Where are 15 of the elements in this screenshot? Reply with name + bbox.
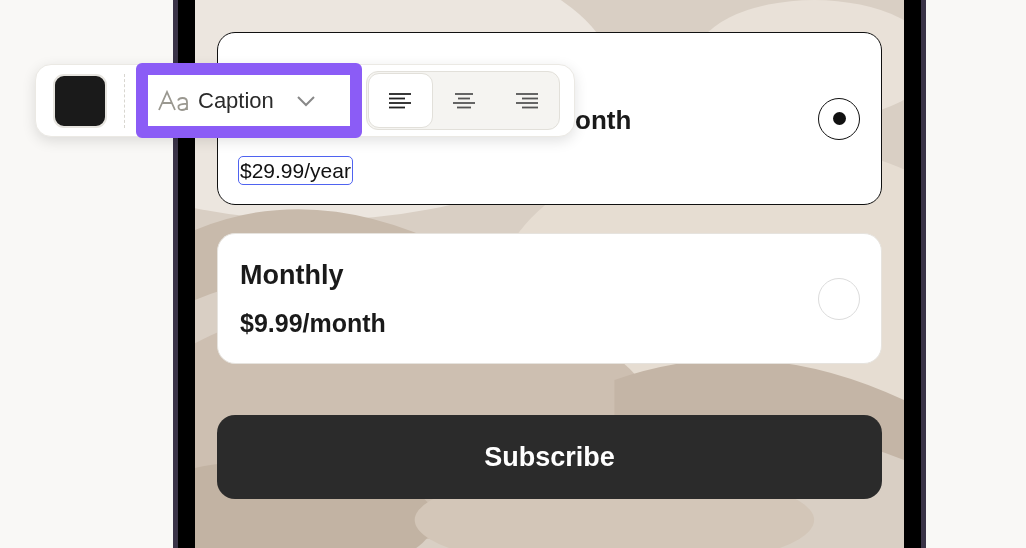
radio-button[interactable] — [818, 97, 860, 140]
plan-price-text: onth — [575, 107, 632, 133]
plan-price[interactable]: $29.99/year — [238, 156, 353, 185]
subscribe-button[interactable]: Subscribe — [217, 415, 882, 499]
align-left-button[interactable] — [368, 73, 433, 128]
align-right-icon — [514, 91, 539, 110]
align-left-icon — [388, 91, 413, 110]
chevron-down-icon — [295, 94, 316, 107]
font-icon — [158, 89, 190, 112]
color-swatch[interactable] — [53, 73, 107, 128]
font-style-dropdown[interactable]: Caption — [136, 63, 362, 138]
align-center-icon — [452, 91, 476, 110]
plan-title: Monthly — [240, 261, 345, 289]
plan-price: $9.99/month — [240, 310, 386, 336]
plan-card[interactable]: Monthly $9.99/month — [217, 233, 882, 364]
